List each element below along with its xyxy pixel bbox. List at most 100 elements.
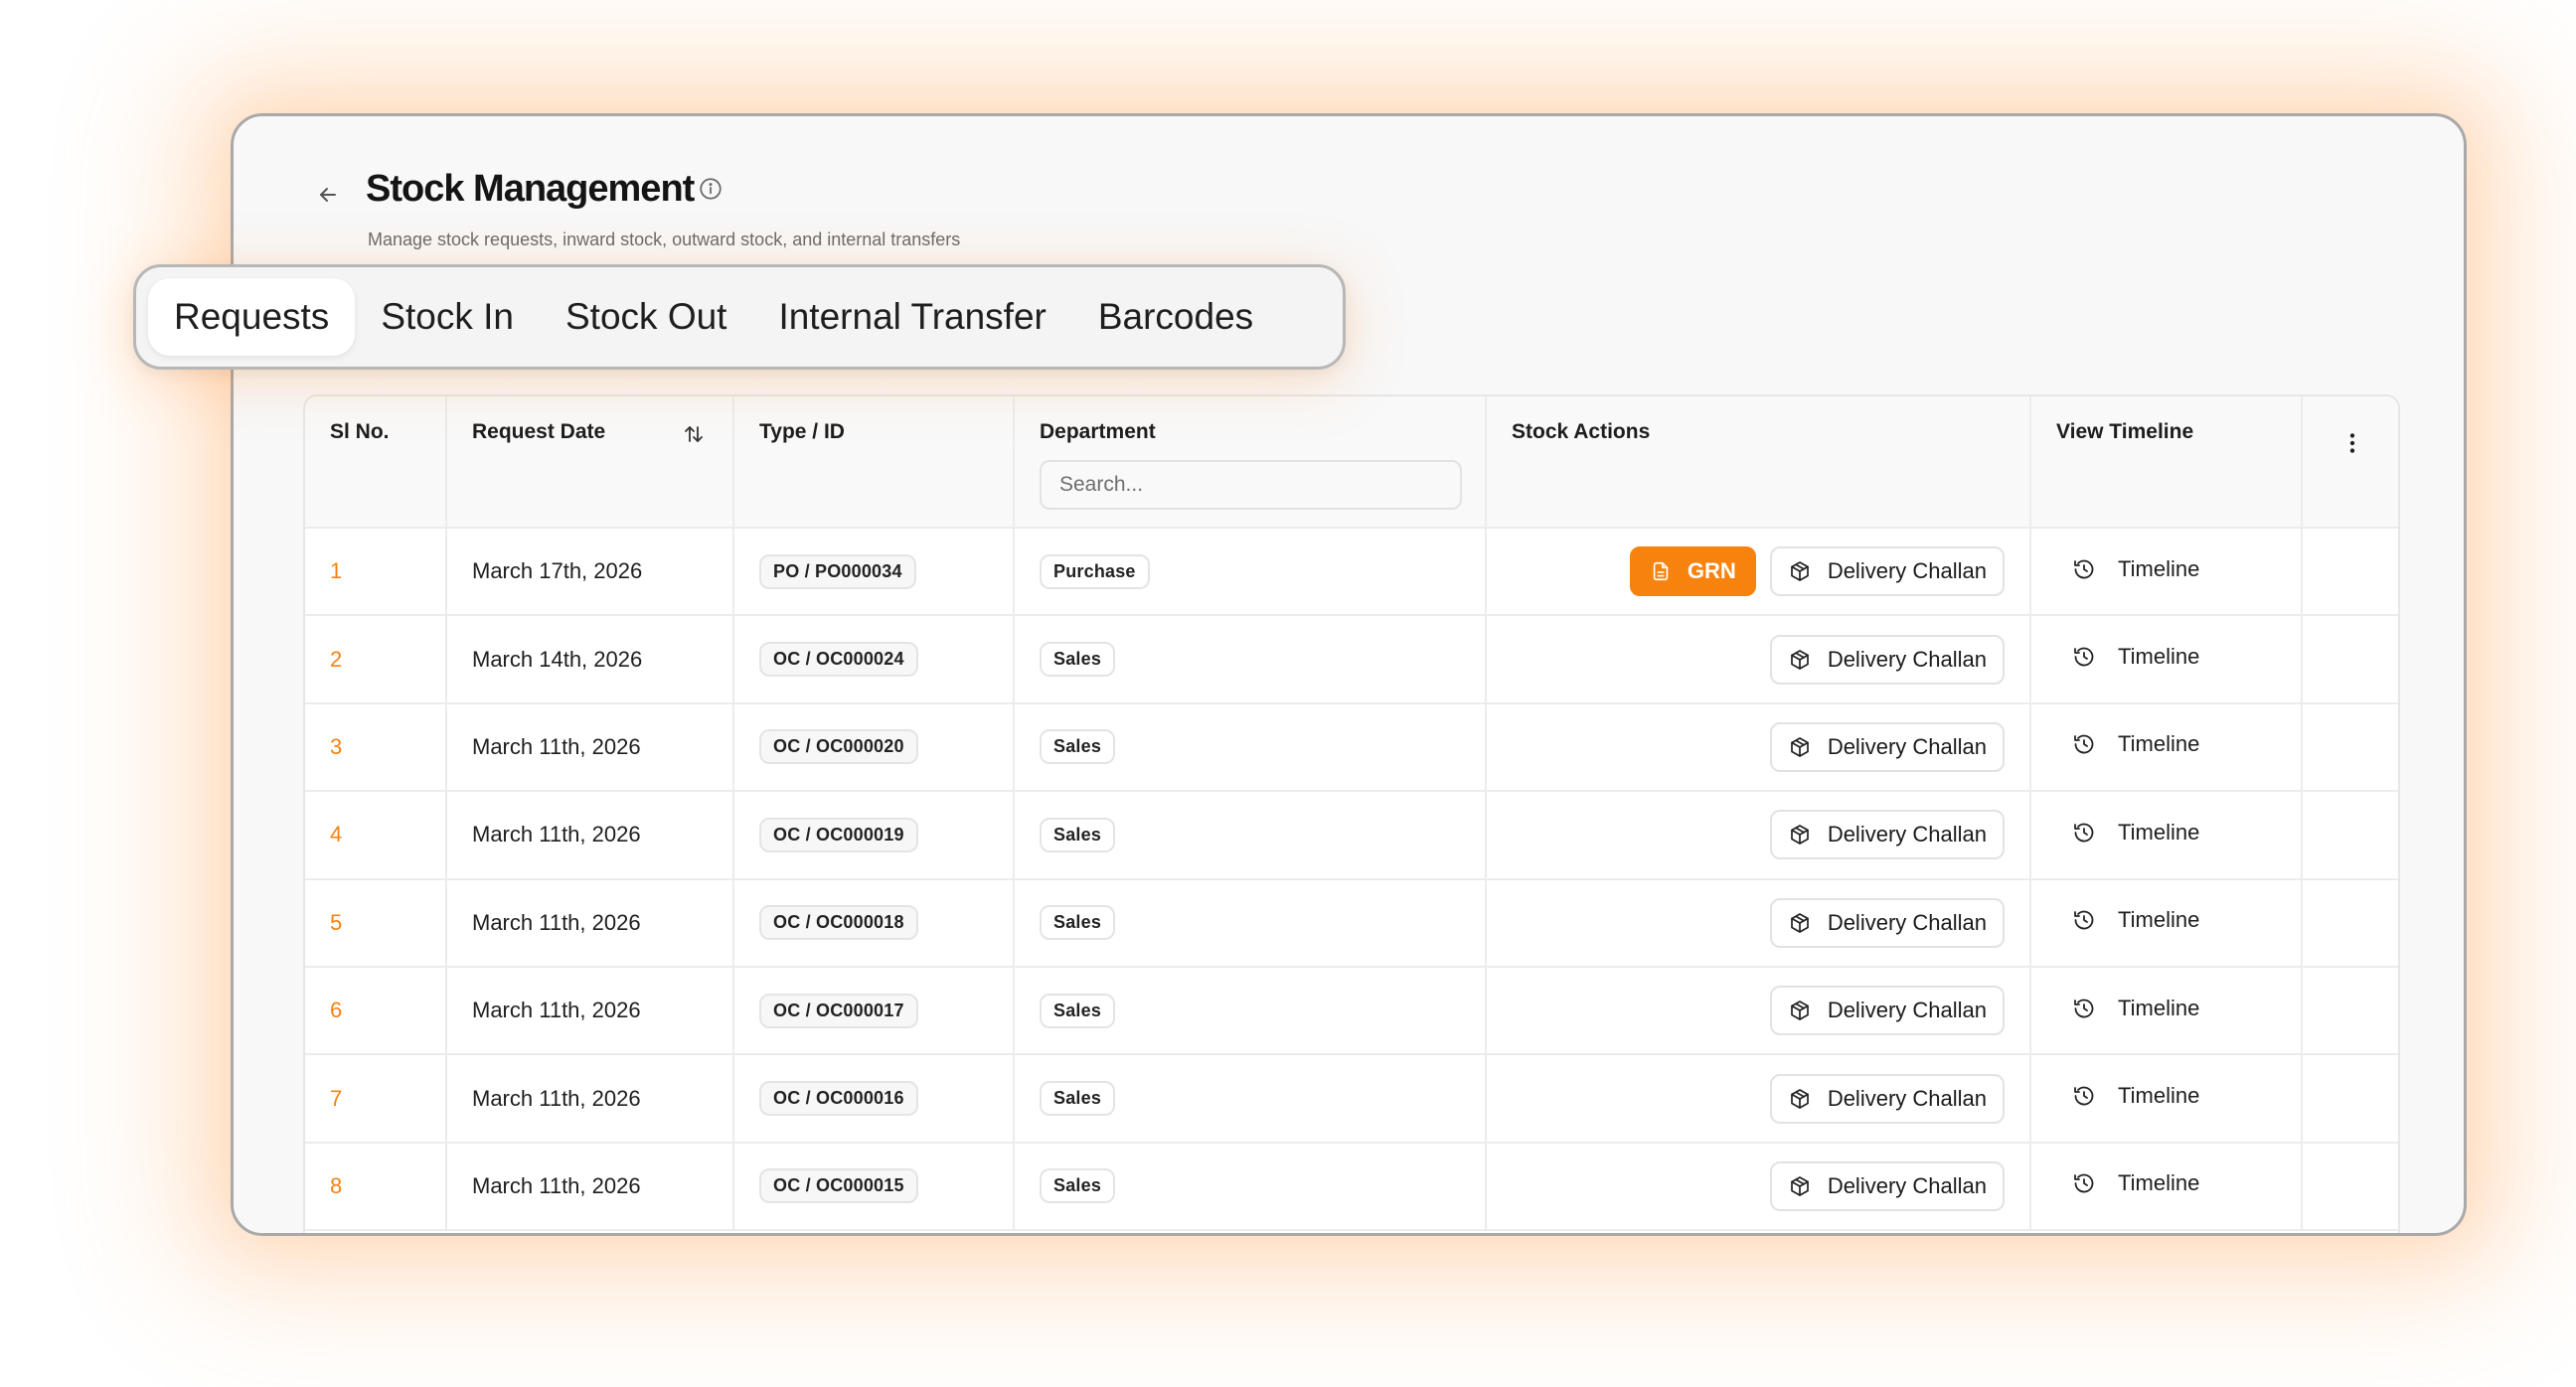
column-label: View Timeline [2056, 420, 2194, 443]
cell-empty [2302, 791, 2398, 880]
grn-label: GRN [1687, 558, 1736, 584]
back-arrow-icon[interactable] [313, 180, 343, 210]
history-icon [2072, 821, 2096, 845]
type-id-badge: OC / OC000017 [759, 993, 918, 1028]
stage: Stock Management Manage stock requests, … [0, 0, 2576, 1387]
cell-view-timeline: Timeline [2030, 966, 2303, 1056]
department-badge: Sales [1040, 817, 1116, 852]
request-date: March 11th, 2026 [472, 822, 641, 848]
sl-number[interactable]: 3 [330, 734, 342, 759]
cell-sl-no: 4 [305, 791, 447, 880]
cell-stock-actions: Delivery Challan [1486, 702, 2031, 793]
sl-number[interactable]: 1 [330, 558, 342, 583]
cell-empty [2302, 1054, 2398, 1144]
tab-barcodes[interactable]: Barcodes [1072, 278, 1279, 356]
cell-sl-no: 2 [305, 615, 447, 704]
delivery-challan-button[interactable]: Delivery Challan [1769, 897, 2005, 948]
table-row: 2 March 14th, 2026 OC / OC000024 Sales Deliv… [305, 615, 2398, 704]
sl-number[interactable]: 7 [330, 1086, 342, 1111]
info-icon[interactable] [696, 174, 725, 204]
sl-number[interactable]: 8 [330, 1173, 342, 1198]
package-icon [1788, 911, 1812, 935]
stock-actions: Delivery Challan [1512, 986, 2005, 1036]
stock-actions: Delivery Challan [1512, 897, 2005, 948]
grn-button[interactable]: GRN [1629, 546, 1756, 597]
tab-requests[interactable]: Requests [148, 278, 356, 356]
timeline-label: Timeline [2118, 555, 2200, 581]
delivery-challan-label: Delivery Challan [1827, 1172, 1987, 1198]
cell-request-date: March 14th, 2026 [446, 615, 734, 704]
column-label: Department [1040, 420, 1156, 443]
cell-department: Sales [1014, 702, 1487, 793]
package-icon [1788, 823, 1812, 847]
package-icon [1788, 735, 1812, 759]
timeline-button[interactable]: Timeline [2056, 731, 2199, 757]
requests-table: Sl No. Request Date Type / ID Department… [303, 394, 2400, 1233]
table-row: 8 March 11th, 2026 OC / OC000015 Sales Deliv… [305, 1142, 2398, 1232]
column-label: Sl No. [330, 420, 390, 443]
request-date: March 11th, 2026 [472, 909, 641, 935]
stock-actions: Delivery Challan [1512, 810, 2005, 860]
request-date: March 14th, 2026 [472, 646, 643, 672]
tab-bar: Requests Stock In Stock Out Internal Transf… [133, 264, 1346, 370]
sl-number[interactable]: 6 [330, 998, 342, 1022]
delivery-challan-button[interactable]: Delivery Challan [1769, 634, 2005, 685]
type-id-badge: OC / OC000016 [759, 1081, 918, 1117]
timeline-button[interactable]: Timeline [2056, 907, 2199, 933]
table-row: 3 March 11th, 2026 OC / OC000020 Sales Deliv… [305, 702, 2398, 793]
cell-view-timeline: Timeline [2030, 878, 2303, 968]
cell-type-id: OC / OC000019 [733, 791, 1015, 880]
timeline-button[interactable]: Timeline [2056, 820, 2199, 846]
cell-sl-no: 6 [305, 966, 447, 1056]
delivery-challan-label: Delivery Challan [1827, 558, 1987, 584]
delivery-challan-button[interactable]: Delivery Challan [1769, 1073, 2005, 1124]
tab-internal-transfer[interactable]: Internal Transfer [752, 278, 1071, 356]
delivery-challan-button[interactable]: Delivery Challan [1769, 986, 2005, 1036]
cell-request-date: March 11th, 2026 [446, 702, 734, 793]
sort-icon[interactable] [680, 420, 708, 448]
type-id-badge: PO / PO000034 [759, 553, 916, 589]
department-badge: Sales [1040, 1081, 1116, 1117]
column-header-type-id: Type / ID [733, 396, 1015, 529]
timeline-label: Timeline [2118, 907, 2200, 933]
type-id-badge: OC / OC000015 [759, 1168, 918, 1204]
timeline-button[interactable]: Timeline [2056, 1170, 2199, 1196]
delivery-challan-button[interactable]: Delivery Challan [1769, 546, 2005, 597]
table-row: 7 March 11th, 2026 OC / OC000016 Sales Deliv… [305, 1054, 2398, 1144]
sl-number[interactable]: 5 [330, 910, 342, 935]
cell-department: Purchase [1014, 528, 1487, 617]
table-row: 1 March 17th, 2026 PO / PO000034 Purchase GR… [305, 528, 2398, 617]
cell-view-timeline: Timeline [2030, 615, 2303, 704]
delivery-challan-button[interactable]: Delivery Challan [1769, 1160, 2005, 1211]
timeline-label: Timeline [2118, 819, 2200, 845]
delivery-challan-button[interactable]: Delivery Challan [1769, 810, 2005, 860]
history-icon [2072, 908, 2096, 932]
timeline-button[interactable]: Timeline [2056, 644, 2199, 670]
document-icon [1650, 560, 1672, 582]
cell-stock-actions: Delivery Challan [1486, 791, 2031, 880]
cell-empty [2302, 615, 2398, 704]
sl-number[interactable]: 4 [330, 822, 342, 847]
stock-actions: Delivery Challan [1512, 1073, 2005, 1124]
history-icon [2072, 557, 2096, 581]
sl-number[interactable]: 2 [330, 647, 342, 672]
cell-view-timeline: Timeline [2030, 702, 2303, 793]
tab-stock-out[interactable]: Stock Out [540, 278, 752, 356]
timeline-button[interactable]: Timeline [2056, 556, 2199, 582]
cell-request-date: March 11th, 2026 [446, 966, 734, 1056]
column-header-request-date[interactable]: Request Date [446, 396, 734, 529]
package-icon [1788, 999, 1812, 1022]
kebab-menu-icon[interactable] [2328, 420, 2377, 456]
cell-department: Sales [1014, 615, 1487, 704]
timeline-button[interactable]: Timeline [2056, 996, 2199, 1021]
timeline-button[interactable]: Timeline [2056, 1083, 2199, 1109]
department-badge: Sales [1040, 993, 1116, 1028]
tab-stock-in[interactable]: Stock In [355, 278, 540, 356]
delivery-challan-label: Delivery Challan [1827, 822, 1987, 848]
department-search-input[interactable] [1040, 460, 1462, 510]
stock-actions: Delivery Challan [1512, 1160, 2005, 1211]
column-header-more [2302, 396, 2398, 529]
delivery-challan-button[interactable]: Delivery Challan [1769, 721, 2005, 772]
cell-type-id: OC / OC000015 [733, 1142, 1015, 1232]
stock-actions: GRN Delivery Challan [1512, 546, 2005, 597]
